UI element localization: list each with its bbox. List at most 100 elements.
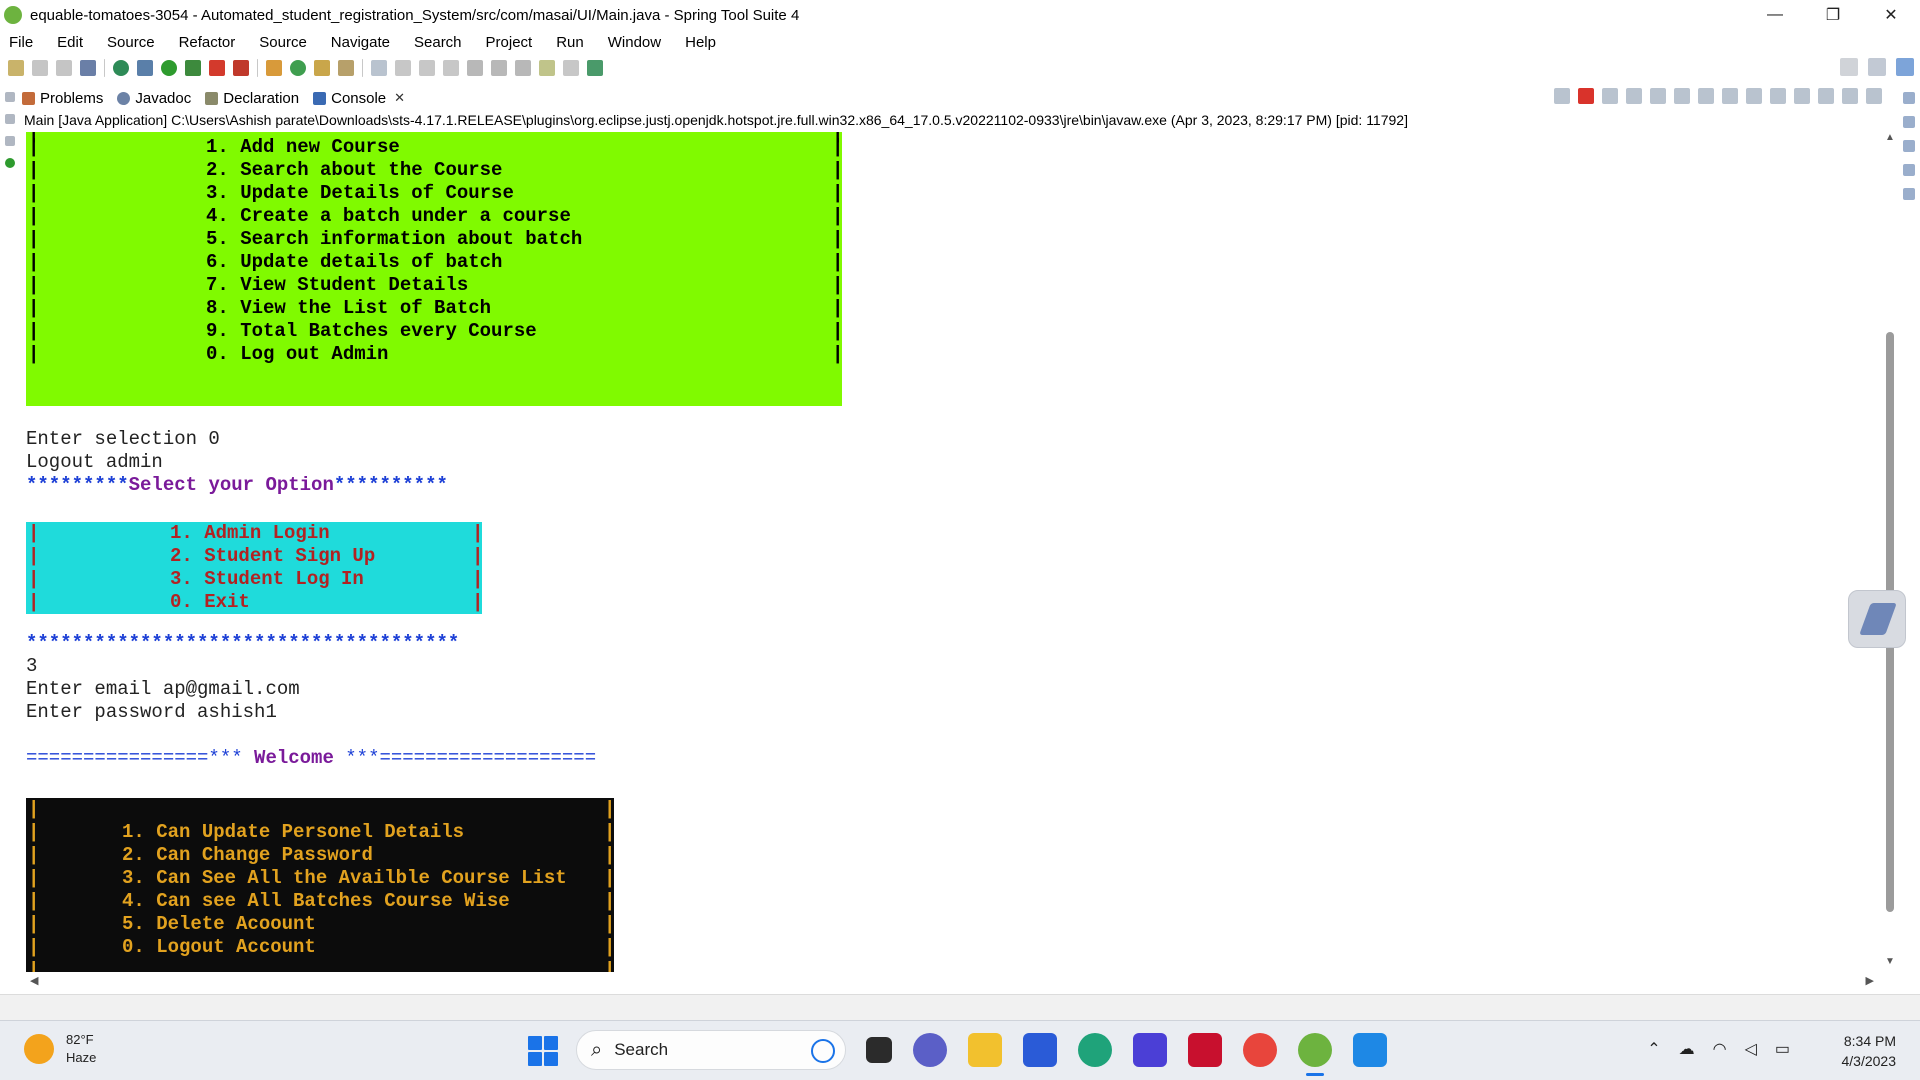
save-all-icon[interactable] xyxy=(56,60,72,76)
mcafee-icon[interactable] xyxy=(1188,1033,1222,1067)
remove-all-terminated-icon[interactable] xyxy=(1626,88,1642,104)
scroll-down-icon[interactable]: ▼ xyxy=(1882,956,1898,972)
menu-refactor[interactable]: Refactor xyxy=(176,34,239,51)
store-icon[interactable] xyxy=(1023,1033,1057,1067)
run-icon[interactable] xyxy=(161,60,177,76)
boot-dashboard-icon[interactable] xyxy=(113,60,129,76)
new-java-package-icon[interactable] xyxy=(266,60,282,76)
open-perspective-icon[interactable] xyxy=(1868,58,1886,76)
scroll-right-icon[interactable]: ▶ xyxy=(1866,974,1874,987)
properties-icon[interactable] xyxy=(1903,188,1915,200)
start-button[interactable] xyxy=(528,1036,558,1066)
pin-editor-icon[interactable] xyxy=(587,60,603,76)
new-icon[interactable] xyxy=(8,60,24,76)
menu-source-2[interactable]: Source xyxy=(256,34,310,51)
restore-view-icon[interactable] xyxy=(5,92,15,102)
tab-declaration[interactable]: Declaration xyxy=(205,90,299,107)
task-view-icon[interactable] xyxy=(866,1037,892,1063)
menu-window[interactable]: Window xyxy=(605,34,664,51)
java-perspective-icon[interactable] xyxy=(1896,58,1914,76)
clear-console-icon[interactable] xyxy=(1650,88,1666,104)
remove-launch-icon[interactable] xyxy=(1602,88,1618,104)
tab-problems[interactable]: Problems xyxy=(22,90,103,107)
search-tool-icon[interactable] xyxy=(338,60,354,76)
taskbar-search[interactable]: ⌕ Search xyxy=(576,1030,846,1070)
task-list-icon[interactable] xyxy=(1903,140,1915,152)
open-type-icon[interactable] xyxy=(314,60,330,76)
pin-console-icon[interactable] xyxy=(1770,88,1786,104)
chevron-up-icon[interactable]: ⌃ xyxy=(1647,1039,1660,1059)
minimized-view-icon[interactable] xyxy=(5,136,15,146)
outline-icon[interactable] xyxy=(1903,116,1915,128)
horizontal-scrollbar[interactable]: ◀ ▶ xyxy=(26,974,1878,990)
scroll-up-icon[interactable]: ▲ xyxy=(1882,132,1898,148)
show-on-stdout-icon[interactable] xyxy=(1722,88,1738,104)
battery-icon[interactable]: ▭ xyxy=(1775,1039,1790,1059)
close-tab-icon[interactable]: ✕ xyxy=(394,90,405,106)
boot-dashboard-trim-icon[interactable] xyxy=(5,158,15,168)
forward-icon[interactable] xyxy=(563,60,579,76)
stop-icon[interactable] xyxy=(209,60,225,76)
menu-run[interactable]: Run xyxy=(553,34,587,51)
new-java-class-icon[interactable] xyxy=(290,60,306,76)
vscode-icon[interactable] xyxy=(1353,1033,1387,1067)
package-explorer-icon[interactable] xyxy=(5,114,15,124)
chrome-icon[interactable] xyxy=(1243,1033,1277,1067)
word-wrap-icon[interactable] xyxy=(1698,88,1714,104)
minimized-right-icon[interactable] xyxy=(1903,164,1915,176)
terminate-icon[interactable] xyxy=(1578,88,1594,104)
prev-annotation-icon[interactable] xyxy=(491,60,507,76)
show-on-stderr-icon[interactable] xyxy=(1746,88,1762,104)
file-explorer-icon[interactable] xyxy=(968,1033,1002,1067)
debug-icon[interactable] xyxy=(137,60,153,76)
external-tools-icon[interactable] xyxy=(233,60,249,76)
weather-widget[interactable]: 82°F Haze xyxy=(24,1031,96,1067)
maximize-view-icon[interactable] xyxy=(1866,88,1882,104)
minimize-view-icon[interactable] xyxy=(1842,88,1858,104)
vertical-scrollbar[interactable]: ▲ ▼ xyxy=(1882,132,1898,972)
block-selection-icon[interactable] xyxy=(419,60,435,76)
menu-search[interactable]: Search xyxy=(411,34,465,51)
wifi-icon[interactable]: ◠ xyxy=(1713,1039,1727,1059)
volume-icon[interactable]: ◁ xyxy=(1745,1039,1757,1059)
search-icon[interactable] xyxy=(1840,58,1858,76)
back-icon[interactable] xyxy=(539,60,555,76)
main-toolbar xyxy=(0,56,1920,80)
terminal-icon[interactable] xyxy=(80,60,96,76)
bing-icon[interactable] xyxy=(811,1039,835,1063)
edge-icon[interactable] xyxy=(1078,1033,1112,1067)
display-console-icon[interactable] xyxy=(1794,88,1810,104)
link-console-icon[interactable] xyxy=(1554,88,1570,104)
spring-tool-suite-icon[interactable] xyxy=(1298,1033,1332,1076)
console-output[interactable]: | | | | | | | | | | | | | | | | | | | | | | 1. Add… xyxy=(26,132,1878,972)
last-edit-icon[interactable] xyxy=(515,60,531,76)
menu-source[interactable]: Source xyxy=(104,34,158,51)
coverage-icon[interactable] xyxy=(185,60,201,76)
tab-console[interactable]: Console ✕ xyxy=(313,90,405,107)
scroll-lock-icon[interactable] xyxy=(1674,88,1690,104)
restore-right-icon[interactable] xyxy=(1903,92,1915,104)
scroll-left-icon[interactable]: ◀ xyxy=(30,974,38,987)
select-option-heading: *********Select your Option********** xyxy=(26,474,448,497)
tab-javadoc[interactable]: Javadoc xyxy=(117,90,191,107)
menu-file[interactable]: File xyxy=(6,34,36,51)
menu-help[interactable]: Help xyxy=(682,34,719,51)
next-annotation-icon[interactable] xyxy=(467,60,483,76)
floating-widget[interactable] xyxy=(1848,590,1906,648)
toggle-mark-icon[interactable] xyxy=(395,60,411,76)
save-icon[interactable] xyxy=(32,60,48,76)
open-console-icon[interactable] xyxy=(1818,88,1834,104)
onedrive-icon[interactable]: ☁ xyxy=(1679,1039,1695,1059)
minimize-button[interactable]: — xyxy=(1746,0,1804,30)
restore-button[interactable]: ❐ xyxy=(1804,0,1862,30)
admin-menu-item: 4. Create a batch under a course xyxy=(206,205,571,227)
clock[interactable]: 8:34 PM 4/3/2023 xyxy=(1842,1031,1897,1071)
close-button[interactable]: ✕ xyxy=(1862,0,1920,30)
vscode-insiders-icon[interactable] xyxy=(1133,1033,1167,1067)
chat-icon[interactable] xyxy=(913,1033,947,1067)
annotation-icon[interactable] xyxy=(371,60,387,76)
menu-edit[interactable]: Edit xyxy=(54,34,86,51)
show-whitespace-icon[interactable] xyxy=(443,60,459,76)
menu-navigate[interactable]: Navigate xyxy=(328,34,393,51)
menu-project[interactable]: Project xyxy=(483,34,536,51)
